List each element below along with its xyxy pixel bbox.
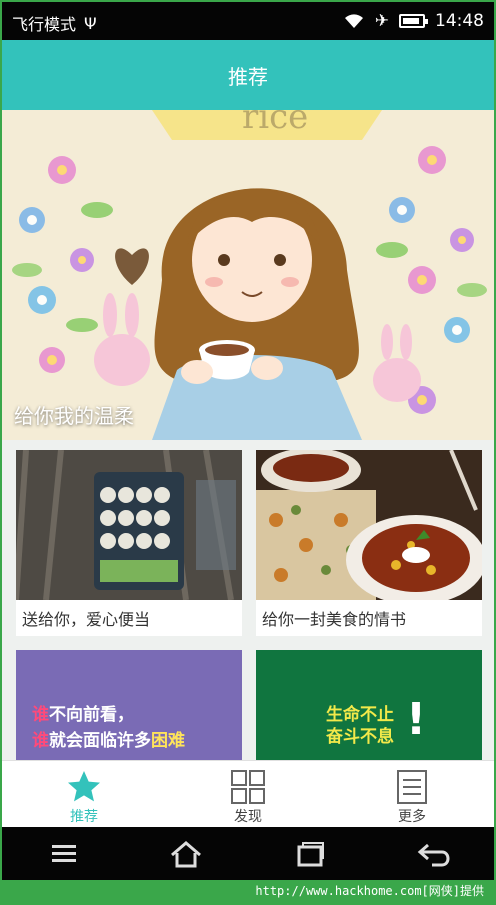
card-quote[interactable]: 谁不向前看， 谁就会面临许多困难 xyxy=(16,650,242,760)
card-food-label: 给你一封美食的情书 xyxy=(262,610,407,629)
featured-banner[interactable]: rice 给你我的温柔 xyxy=(2,110,494,440)
card-bento[interactable]: 送给你，爱心便当 xyxy=(16,450,242,636)
card-quote-text: 谁不向前看， 谁就会面临许多困难 xyxy=(32,705,185,751)
back-icon[interactable] xyxy=(414,839,454,869)
food-image xyxy=(256,450,482,600)
wifi-icon xyxy=(344,14,363,28)
tab-recommend-label: 推荐 xyxy=(70,809,98,825)
card-food-letter[interactable]: 给你一封美食的情书 xyxy=(256,450,482,636)
screen: 飞行模式 Ψ ✈ 14:48 推荐 rice 给你我的温柔 送给你，爱心便当 给… xyxy=(2,2,494,880)
banner-illustration: rice xyxy=(2,110,494,440)
card-bento-label: 送给你，爱心便当 xyxy=(22,610,151,629)
star-icon xyxy=(68,771,100,802)
tab-discover[interactable]: 发现 xyxy=(166,761,330,828)
system-nav-bar xyxy=(2,827,494,880)
card-motto-text: 生命不止 奋斗不息 xyxy=(326,705,394,747)
grid-icon xyxy=(231,770,265,804)
page-title: 推荐 xyxy=(228,65,268,89)
bento-image xyxy=(16,450,242,600)
banner-art-text: rice xyxy=(242,110,308,137)
airplane-mode-text: 飞行模式 xyxy=(12,15,77,34)
status-bar: 飞行模式 Ψ ✈ 14:48 xyxy=(2,2,494,40)
tab-recommend[interactable]: 推荐 xyxy=(2,761,166,828)
airplane-icon: ✈ xyxy=(374,11,389,31)
tab-more[interactable]: 更多 xyxy=(330,761,494,828)
clock: 14:48 xyxy=(435,11,484,31)
menu-icon[interactable] xyxy=(44,839,84,869)
watermark: http://www.hackhome.com[网侠]提供 xyxy=(255,884,484,898)
battery-icon xyxy=(399,14,428,28)
card-motto[interactable]: 生命不止 奋斗不息 ! xyxy=(256,650,482,760)
bottom-tab-bar: 推荐 发现 更多 xyxy=(2,760,494,827)
recent-apps-icon[interactable] xyxy=(290,839,330,869)
title-bar: 推荐 xyxy=(2,40,494,110)
card-motto-mark: ! xyxy=(406,694,427,745)
banner-caption: 给你我的温柔 xyxy=(14,404,134,428)
usb-icon: Ψ xyxy=(84,13,97,33)
tab-discover-label: 发现 xyxy=(234,809,262,825)
home-icon[interactable] xyxy=(166,839,206,869)
tab-more-label: 更多 xyxy=(398,809,426,825)
document-icon xyxy=(397,770,427,804)
device-frame: 飞行模式 Ψ ✈ 14:48 推荐 rice 给你我的温柔 送给你，爱心便当 给… xyxy=(0,0,496,905)
